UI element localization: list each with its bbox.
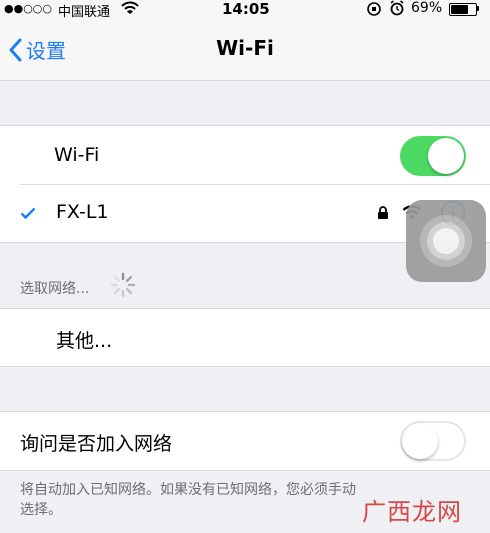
wifi-signal-icon [121,0,139,19]
cell-signal-indicator: ●●○○○ [4,2,52,15]
other-network-row[interactable]: 其他... [0,308,490,367]
ask-to-join-toggle[interactable] [400,421,466,461]
networks-section-header: 选取网络... [20,281,90,297]
toggle-knob [428,138,464,174]
carrier-name: 中国联通 [58,5,111,20]
alarm-icon [389,0,405,20]
other-network-label: 其他... [56,330,113,352]
toggle-knob [402,423,438,459]
assistive-touch-icon[interactable] [406,200,486,282]
lock-icon [377,205,389,224]
battery-tip [477,6,479,11]
divider [20,184,490,185]
battery-percentage: 69% [411,0,443,16]
connected-network-name[interactable]: FX-L1 [56,201,109,223]
watermark: 广西龙网 [362,498,462,526]
ask-to-join-label: 询问是否加入网络 [20,433,173,455]
wifi-toggle-label: Wi-Fi [54,144,100,166]
battery-icon [449,3,477,16]
checkmark-icon [20,205,36,224]
ask-to-join-footer: 将自动加入已知网络。如果没有已知网络，您必须手动选择。 [20,482,356,518]
rotation-lock-icon [366,1,382,21]
wifi-toggle[interactable] [400,136,466,176]
status-time: 14:05 [222,0,270,18]
page-title: Wi-Fi [216,36,274,60]
assistive-touch-ring [433,228,459,254]
battery-level-fill [451,5,468,14]
loading-spinner-icon [110,272,136,302]
ask-to-join-group: 询问是否加入网络 [0,411,490,471]
